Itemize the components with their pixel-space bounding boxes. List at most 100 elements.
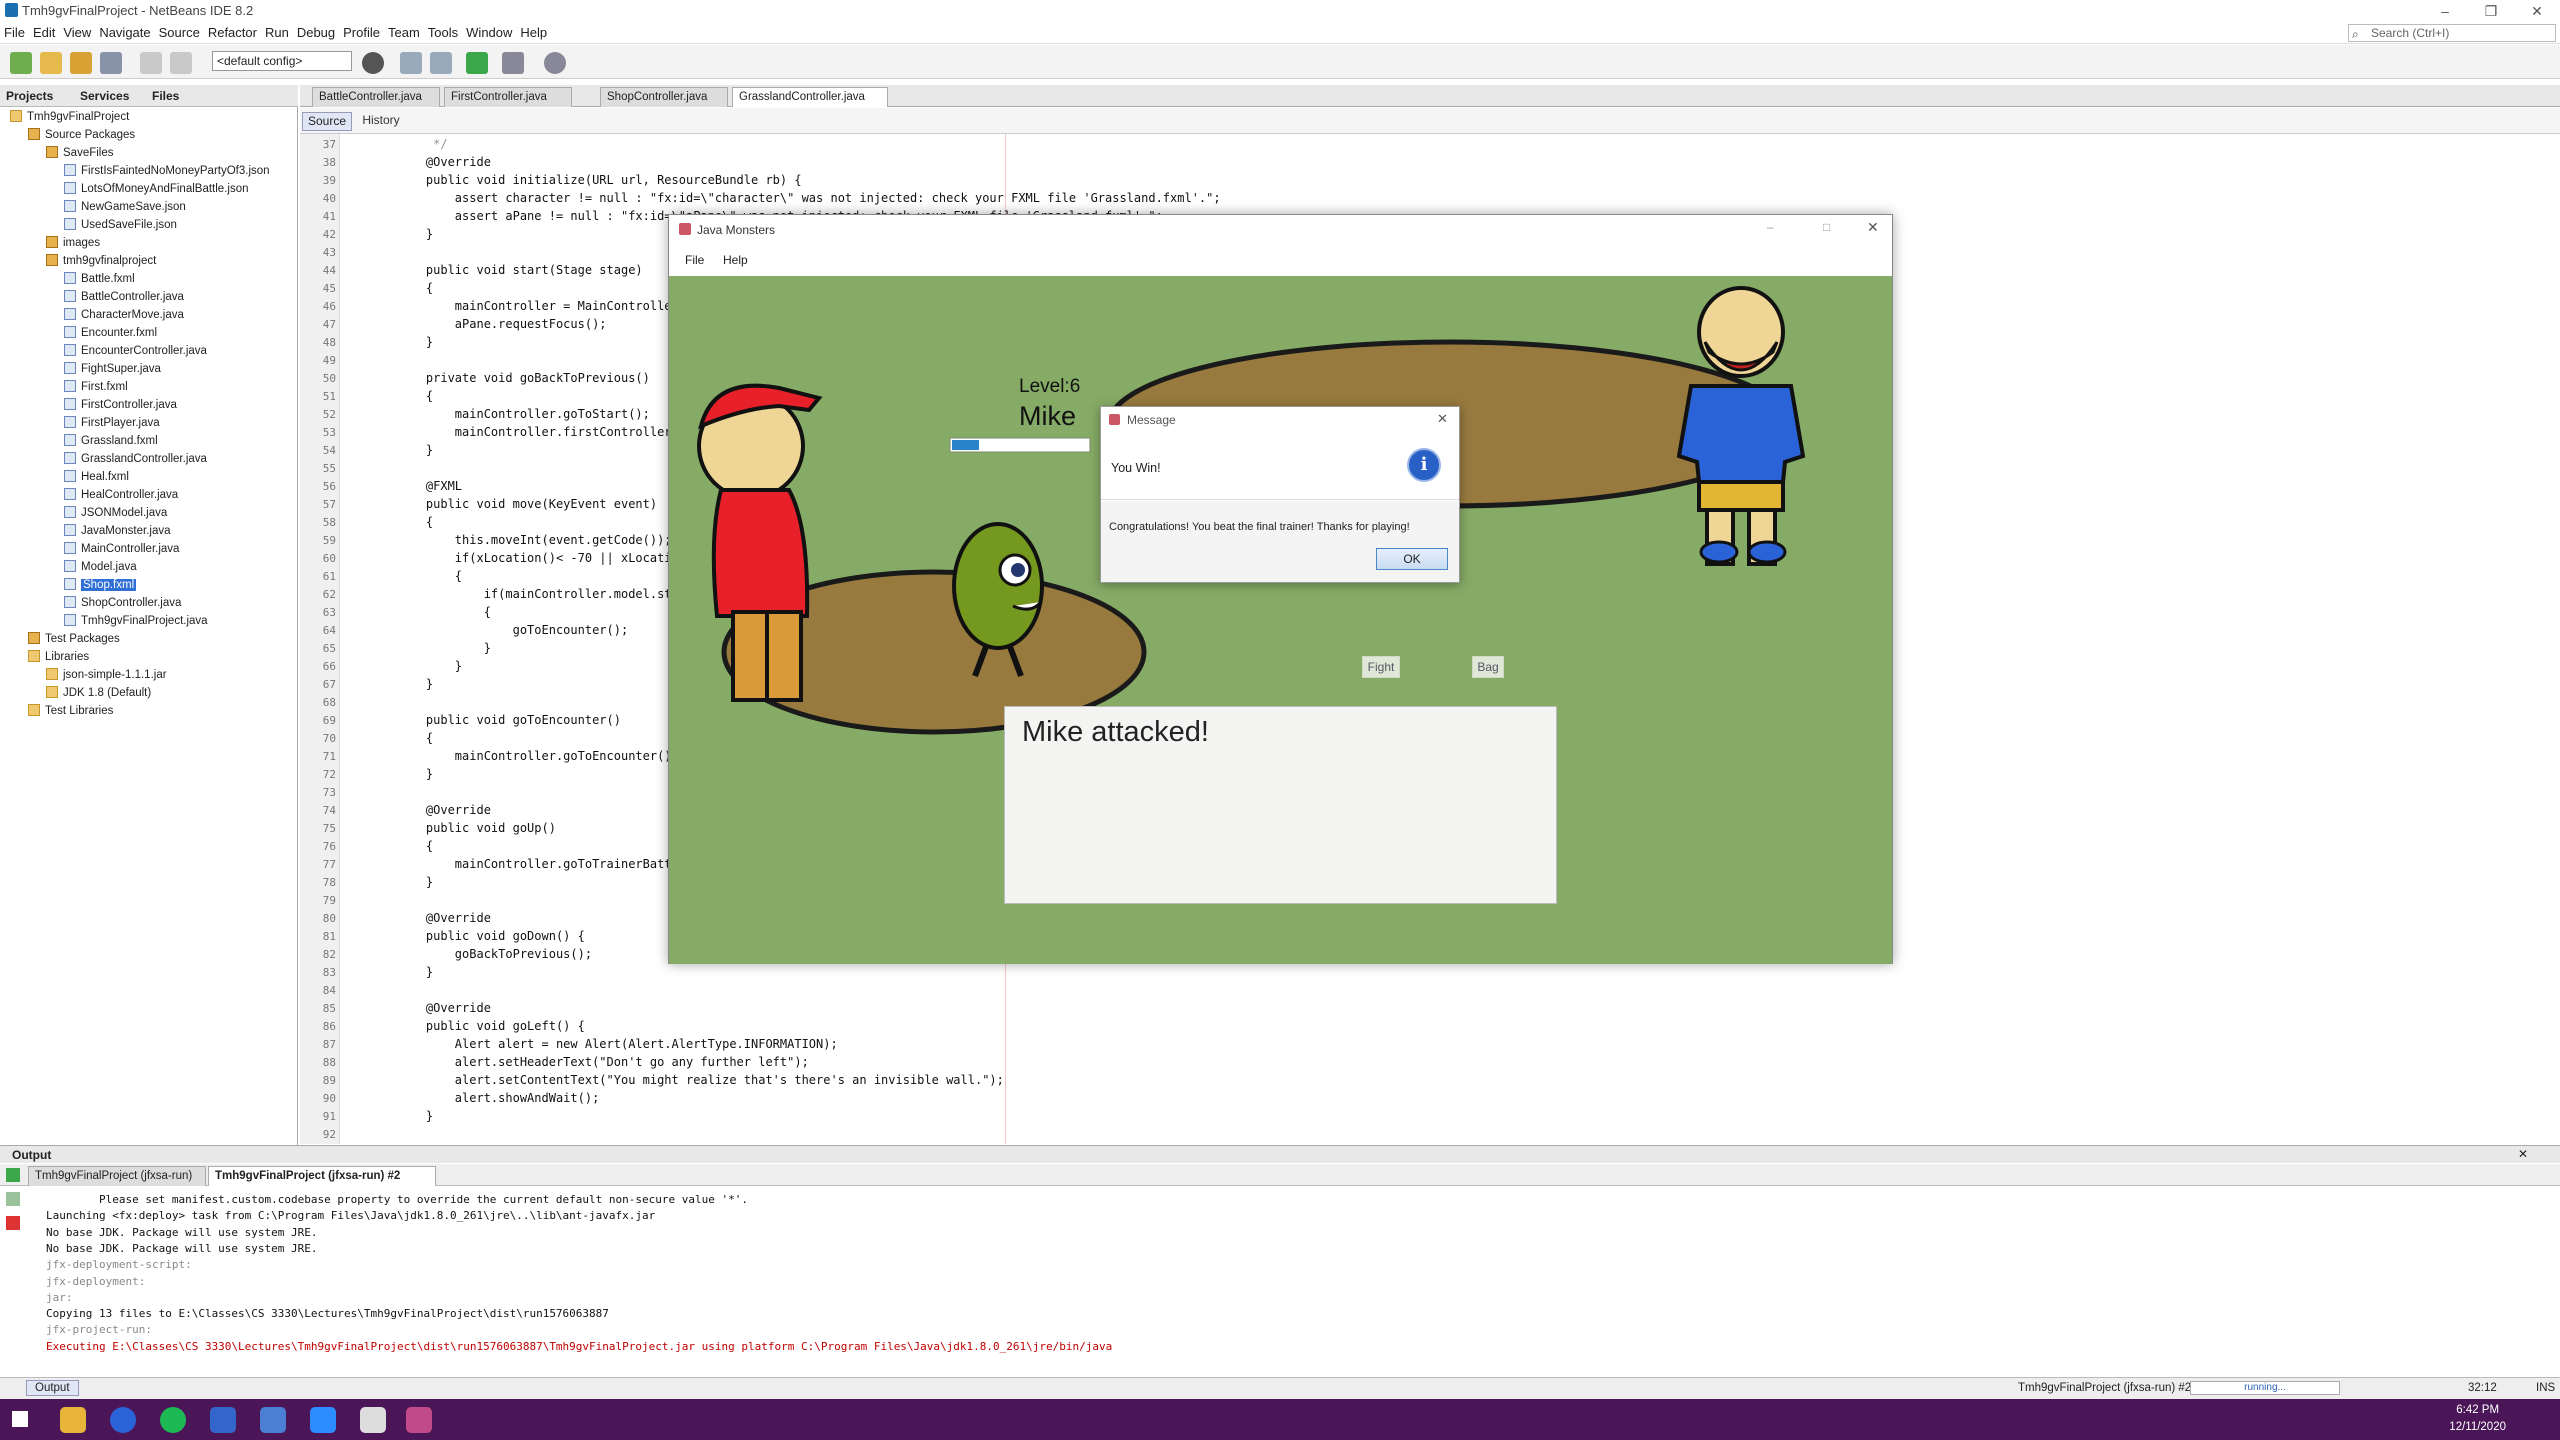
ok-button[interactable]: OK bbox=[1376, 548, 1448, 570]
menu-run[interactable]: Run bbox=[261, 22, 293, 43]
tree-item[interactable]: Model.java bbox=[64, 558, 137, 576]
rerun-with-params-icon[interactable] bbox=[6, 1192, 20, 1206]
tree-item[interactable]: Test Libraries bbox=[28, 702, 113, 720]
bag-button[interactable]: Bag bbox=[1472, 656, 1504, 678]
game-close-button[interactable]: ✕ bbox=[1867, 219, 1879, 236]
config-select[interactable]: <default config> bbox=[212, 51, 352, 71]
game-menu-help[interactable]: Help bbox=[723, 253, 748, 267]
game-maximize-button[interactable]: □ bbox=[1823, 220, 1830, 234]
tree-item[interactable]: FirstIsFaintedNoMoneyPartyOf3.json bbox=[64, 162, 270, 180]
menu-debug[interactable]: Debug bbox=[293, 22, 339, 43]
rerun-icon[interactable] bbox=[6, 1168, 20, 1182]
undo-icon[interactable] bbox=[140, 52, 162, 74]
tree-item[interactable]: Heal.fxml bbox=[64, 468, 129, 486]
clean-build-icon[interactable] bbox=[430, 52, 452, 74]
menu-view[interactable]: View bbox=[59, 22, 95, 43]
minimize-button[interactable]: – bbox=[2422, 0, 2468, 22]
menu-refactor[interactable]: Refactor bbox=[204, 22, 261, 43]
tree-item[interactable]: Source Packages bbox=[28, 126, 135, 144]
tree-item[interactable]: Grassland.fxml bbox=[64, 432, 158, 450]
redo-icon[interactable] bbox=[170, 52, 192, 74]
menu-window[interactable]: Window bbox=[462, 22, 516, 43]
tree-item[interactable]: FightSuper.java bbox=[64, 360, 161, 378]
tree-item[interactable]: EncounterController.java bbox=[64, 342, 207, 360]
tree-item[interactable]: json-simple-1.1.1.jar bbox=[46, 666, 167, 684]
profile-icon[interactable] bbox=[544, 52, 566, 74]
box-app-icon[interactable] bbox=[260, 1407, 286, 1433]
file-explorer-icon[interactable] bbox=[60, 1407, 86, 1433]
game-menu-file[interactable]: File bbox=[685, 253, 704, 267]
menu-edit[interactable]: Edit bbox=[29, 22, 59, 43]
java-app-taskbar-icon[interactable] bbox=[406, 1407, 432, 1433]
debug-icon[interactable] bbox=[502, 52, 524, 74]
tree-item[interactable]: Libraries bbox=[28, 648, 89, 666]
tree-item[interactable]: FirstController.java bbox=[64, 396, 177, 414]
game-minimize-button[interactable]: – bbox=[1767, 220, 1774, 234]
close-button[interactable]: ✕ bbox=[2514, 0, 2560, 22]
tree-item[interactable]: SaveFiles bbox=[46, 144, 114, 162]
status-output-tab[interactable]: Output bbox=[26, 1380, 79, 1396]
run-icon[interactable] bbox=[466, 52, 488, 74]
editor-tab-battlecontroller[interactable]: BattleController.java bbox=[312, 87, 440, 107]
menu-team[interactable]: Team bbox=[384, 22, 424, 43]
menu-source[interactable]: Source bbox=[155, 22, 204, 43]
build-hammer-icon[interactable] bbox=[400, 52, 422, 74]
tree-item[interactable]: Tmh9gvFinalProject bbox=[10, 108, 129, 126]
search-input[interactable]: Search (Ctrl+I) bbox=[2348, 24, 2556, 42]
tree-item[interactable]: JDK 1.8 (Default) bbox=[46, 684, 151, 702]
editor-tab-firstcontroller[interactable]: FirstController.java bbox=[444, 87, 572, 107]
tree-item[interactable]: GrasslandController.java bbox=[64, 450, 207, 468]
new-project-icon[interactable] bbox=[40, 52, 62, 74]
code-line: public void goUp() bbox=[397, 821, 556, 835]
new-file-icon[interactable] bbox=[10, 52, 32, 74]
tree-item[interactable]: Encounter.fxml bbox=[64, 324, 157, 342]
tree-item[interactable]: LotsOfMoneyAndFinalBattle.json bbox=[64, 180, 248, 198]
tree-item[interactable]: CharacterMove.java bbox=[64, 306, 184, 324]
spotify-icon[interactable] bbox=[160, 1407, 186, 1433]
tree-item[interactable]: Test Packages bbox=[28, 630, 120, 648]
tree-item[interactable]: First.fxml bbox=[64, 378, 128, 396]
output-tab-run-1[interactable]: Tmh9gvFinalProject (jfxsa-run) bbox=[28, 1166, 206, 1186]
editor-tab-shopcontroller[interactable]: ShopController.java bbox=[600, 87, 728, 107]
tree-item[interactable]: ShopController.java bbox=[64, 594, 181, 612]
open-project-icon[interactable] bbox=[70, 52, 92, 74]
output-tab-run-2[interactable]: Tmh9gvFinalProject (jfxsa-run) #2 bbox=[208, 1166, 436, 1186]
tree-item[interactable]: Tmh9gvFinalProject.java bbox=[64, 612, 208, 630]
tree-item[interactable]: UsedSaveFile.json bbox=[64, 216, 177, 234]
menu-tools[interactable]: Tools bbox=[424, 22, 462, 43]
start-windows-icon[interactable] bbox=[12, 1411, 28, 1427]
menu-file[interactable]: File bbox=[0, 22, 29, 43]
clock[interactable]: 6:42 PM 12/11/2020 bbox=[2449, 1402, 2506, 1436]
output-close-icon[interactable]: ✕ bbox=[2518, 1147, 2528, 1161]
tab-projects[interactable]: Projects bbox=[6, 89, 53, 103]
menu-profile[interactable]: Profile bbox=[339, 22, 384, 43]
tree-item[interactable]: images bbox=[46, 234, 100, 252]
tree-item[interactable]: Shop.fxml bbox=[64, 576, 137, 594]
source-view-button[interactable]: Source bbox=[302, 112, 352, 131]
fight-button[interactable]: Fight bbox=[1362, 656, 1400, 678]
snip-icon[interactable] bbox=[210, 1407, 236, 1433]
tree-item[interactable]: tmh9gvfinalproject bbox=[46, 252, 156, 270]
dialog-close-button[interactable]: ✕ bbox=[1437, 411, 1448, 427]
menu-navigate[interactable]: Navigate bbox=[95, 22, 154, 43]
netbeans-taskbar-icon[interactable] bbox=[360, 1407, 386, 1433]
tab-services[interactable]: Services bbox=[80, 89, 129, 103]
config-globe-icon[interactable] bbox=[362, 52, 384, 74]
stop-icon[interactable] bbox=[6, 1216, 20, 1230]
tree-item[interactable]: NewGameSave.json bbox=[64, 198, 186, 216]
tree-item[interactable]: JavaMonster.java bbox=[64, 522, 171, 540]
editor-tab-grasslandcontroller[interactable]: GrasslandController.java bbox=[732, 87, 888, 107]
tree-item[interactable]: JSONModel.java bbox=[64, 504, 167, 522]
tree-item[interactable]: BattleController.java bbox=[64, 288, 184, 306]
zoom-icon[interactable] bbox=[310, 1407, 336, 1433]
tree-item[interactable]: MainController.java bbox=[64, 540, 179, 558]
firefox-icon[interactable] bbox=[110, 1407, 136, 1433]
menu-help[interactable]: Help bbox=[516, 22, 551, 43]
tree-item[interactable]: HealController.java bbox=[64, 486, 178, 504]
restore-button[interactable]: ❐ bbox=[2468, 0, 2514, 22]
tab-files[interactable]: Files bbox=[152, 89, 179, 103]
tree-item[interactable]: Battle.fxml bbox=[64, 270, 135, 288]
history-view-button[interactable]: History bbox=[356, 112, 406, 131]
save-all-icon[interactable] bbox=[100, 52, 122, 74]
tree-item[interactable]: FirstPlayer.java bbox=[64, 414, 160, 432]
